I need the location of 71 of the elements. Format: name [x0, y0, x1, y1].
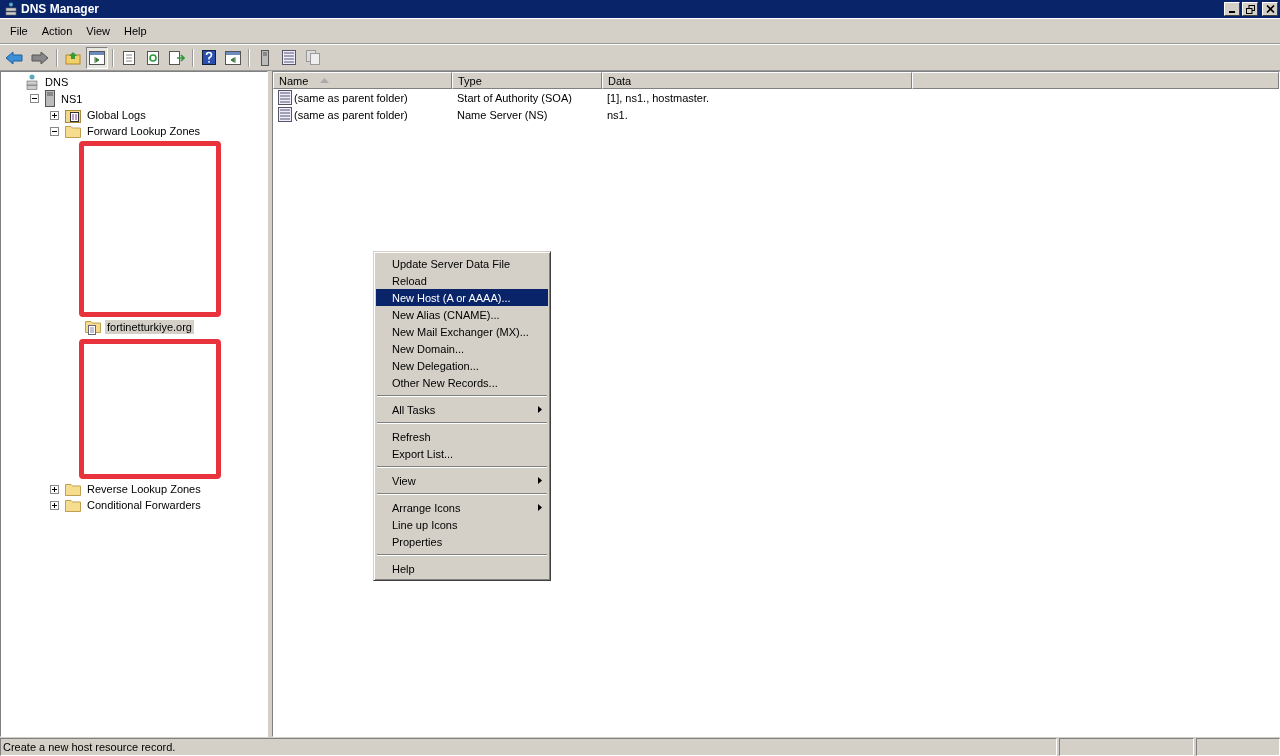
- context-menu-item[interactable]: Other New Records...: [376, 374, 548, 391]
- export-icon: [169, 50, 185, 65]
- expand-icon[interactable]: [49, 500, 59, 510]
- tree-item[interactable]: Global Logs: [85, 108, 148, 122]
- dns-server-icon: [4, 2, 18, 16]
- collapse-icon[interactable]: [49, 126, 59, 136]
- context-menu-item[interactable]: Line up Icons: [376, 516, 548, 533]
- tree-item[interactable]: DNS: [43, 75, 71, 89]
- panel-icon: [89, 50, 105, 65]
- column-header[interactable]: Type: [452, 72, 602, 89]
- copy-icon: [306, 50, 320, 65]
- menu-item[interactable]: View: [79, 25, 117, 37]
- panel-icon: [225, 50, 241, 65]
- context-menu-item[interactable]: New Host (A or AAAA)...: [376, 289, 548, 306]
- table-cell: (same as parent folder): [294, 91, 408, 104]
- zone-folder-icon: [85, 319, 101, 335]
- status-text: Create a new host resource record.: [0, 738, 1057, 756]
- column-header[interactable]: Name: [273, 72, 452, 89]
- close-icon: [1265, 5, 1275, 13]
- context-menu-item[interactable]: Help: [376, 560, 548, 577]
- document-icon: [122, 50, 136, 65]
- context-menu-item[interactable]: New Domain...: [376, 340, 548, 357]
- context-menu-item[interactable]: New Delegation...: [376, 357, 548, 374]
- context-menu-item[interactable]: View: [376, 472, 548, 489]
- folder-icon: [65, 124, 81, 138]
- record-icon: [278, 107, 292, 122]
- show-tree-button[interactable]: [86, 46, 108, 69]
- table-cell: Start of Authority (SOA): [457, 91, 572, 104]
- column-header[interactable]: Data: [602, 72, 912, 89]
- context-menu-item[interactable]: Update Server Data File: [376, 255, 548, 272]
- server-icon: [45, 90, 55, 107]
- context-menu-item[interactable]: Arrange Icons: [376, 499, 548, 516]
- context-menu-item[interactable]: Refresh: [376, 428, 548, 445]
- context-menu-item[interactable]: Properties: [376, 533, 548, 550]
- window-title: DNS Manager: [21, 2, 100, 16]
- tree-item[interactable]: Forward Lookup Zones: [85, 124, 203, 138]
- restore-icon: [1245, 4, 1255, 14]
- close-button[interactable]: [1262, 2, 1278, 16]
- refresh-icon: [146, 50, 160, 65]
- tree-item[interactable]: Conditional Forwarders: [85, 498, 203, 512]
- expand-icon[interactable]: [49, 484, 59, 494]
- record-icon: [278, 90, 292, 105]
- table-cell: Name Server (NS): [457, 108, 548, 121]
- expand-icon[interactable]: [49, 110, 59, 120]
- table-cell: (same as parent folder): [294, 108, 408, 121]
- context-menu-item[interactable]: Export List...: [376, 445, 548, 462]
- collapse-icon[interactable]: [29, 94, 39, 103]
- tree-item[interactable]: Reverse Lookup Zones: [85, 482, 203, 496]
- folder-icon: [65, 498, 81, 512]
- right-arrow-icon: [31, 50, 49, 65]
- table-cell: [1], ns1., hostmaster.: [607, 91, 710, 104]
- menu-item[interactable]: Action: [34, 25, 80, 37]
- restore-button[interactable]: [1242, 2, 1258, 16]
- server-icon: [261, 49, 269, 66]
- log-folder-icon: [65, 107, 81, 123]
- folder-up-icon: [65, 50, 81, 65]
- menu-item[interactable]: Help: [116, 25, 154, 37]
- dns-icon: [25, 74, 39, 90]
- menu-item[interactable]: File: [3, 25, 35, 37]
- table-cell: ns1.: [607, 108, 628, 121]
- context-menu-item[interactable]: New Alias (CNAME)...: [376, 306, 548, 323]
- tree-item[interactable]: NS1: [59, 91, 85, 106]
- tree-item[interactable]: fortinetturkiye.org: [105, 320, 194, 334]
- left-arrow-icon: [5, 50, 23, 65]
- list-icon: [282, 50, 296, 65]
- context-menu-item[interactable]: All Tasks: [376, 401, 548, 418]
- context-menu-item[interactable]: New Mail Exchanger (MX)...: [376, 323, 548, 340]
- help-icon: [202, 50, 216, 65]
- context-menu-item[interactable]: Reload: [376, 272, 548, 289]
- folder-icon: [65, 482, 81, 496]
- minimize-button[interactable]: [1224, 2, 1240, 16]
